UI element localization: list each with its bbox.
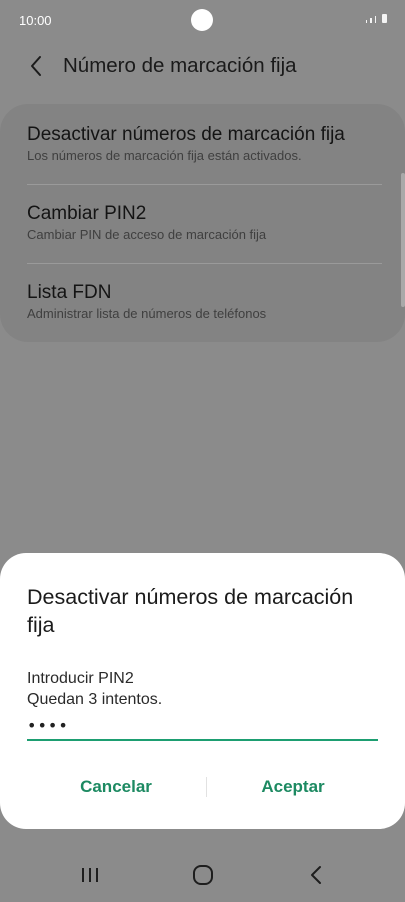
signal-icon <box>370 18 372 23</box>
page-title: Número de marcación fija <box>63 54 297 77</box>
setting-change-pin2[interactable]: Cambiar PIN2 Cambiar PIN de acceso de ma… <box>27 203 387 243</box>
setting-title: Lista FDN <box>27 282 112 303</box>
setting-subtitle: Los números de marcación fija están acti… <box>27 148 302 163</box>
signal-icon <box>374 16 376 23</box>
setting-subtitle: Cambiar PIN de acceso de marcación fija <box>27 227 267 242</box>
setting-subtitle: Administrar lista de números de teléfono… <box>27 306 267 321</box>
settings-card: Desactivar números de marcación fija Los… <box>0 104 405 342</box>
pin-input[interactable] <box>27 711 378 741</box>
chevron-left-icon[interactable] <box>26 53 48 79</box>
setting-fdn-list[interactable]: Lista FDN Administrar lista de números d… <box>27 282 387 322</box>
camera-cutout <box>191 9 213 31</box>
signal-icon <box>365 20 367 23</box>
battery-icon <box>382 14 387 23</box>
status-time: 10:00 <box>19 13 52 28</box>
status-bar: 10:00 <box>0 0 405 44</box>
cancel-button[interactable]: Cancelar <box>36 771 196 803</box>
screen: 10:00 Número de marcación fija Desactiva… <box>0 0 405 902</box>
pin-label: Introducir PIN2 <box>27 670 134 687</box>
back-icon[interactable] <box>306 864 326 886</box>
accept-button[interactable]: Aceptar <box>213 771 373 803</box>
pin-dialog: Desactivar números de marcación fija Int… <box>0 553 405 829</box>
setting-disable-fdn[interactable]: Desactivar números de marcación fija Los… <box>27 124 387 164</box>
navigation-bar <box>0 846 405 902</box>
setting-title: Desactivar números de marcación fija <box>27 124 345 145</box>
divider <box>27 184 382 185</box>
divider <box>27 263 382 264</box>
button-divider <box>206 777 207 797</box>
scrollbar[interactable] <box>401 173 405 307</box>
setting-title: Cambiar PIN2 <box>27 203 147 224</box>
dialog-title: Desactivar números de marcación fija <box>27 585 354 637</box>
status-icons <box>365 14 387 23</box>
home-icon[interactable] <box>191 864 215 886</box>
recents-icon[interactable] <box>80 866 100 884</box>
attempts-text: Quedan 3 intentos. <box>27 691 163 708</box>
